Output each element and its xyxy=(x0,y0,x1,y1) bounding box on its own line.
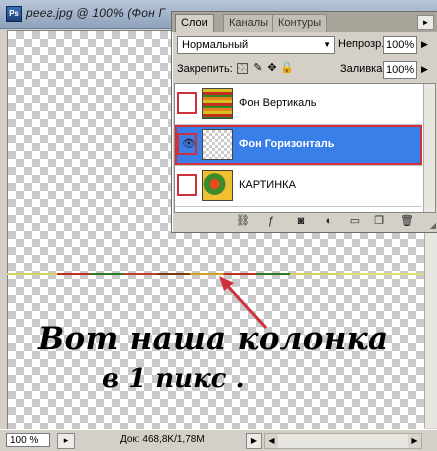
layer-row-fon-vertikal[interactable]: Фон Вертикаль xyxy=(175,84,422,125)
layer-list: Фон Вертикаль 👁 Фон Горизонталь КАРТИНКА xyxy=(174,83,436,213)
link-icon[interactable]: ⛓ xyxy=(236,214,250,228)
visibility-toggle-off[interactable] xyxy=(177,92,197,114)
palette-menu-icon[interactable]: ► xyxy=(417,15,434,30)
visibility-toggle-on[interactable]: 👁 xyxy=(177,133,197,155)
layer-thumbnail xyxy=(202,88,233,119)
zoom-level-field[interactable]: 100 % xyxy=(6,433,50,447)
tab-layers[interactable]: Слои xyxy=(175,14,214,32)
layer-name: Фон Горизонталь xyxy=(239,138,335,150)
layer-style-icon[interactable]: ƒ xyxy=(264,214,278,228)
status-bar: 100 % ▸ Док: 468,8K/1,78M ▶ ◀ ▶ xyxy=(0,429,437,451)
layer-name: Фон Вертикаль xyxy=(239,97,317,109)
resize-grip-icon[interactable]: ◢ xyxy=(430,221,436,230)
status-nav-icon[interactable]: ▸ xyxy=(57,433,75,449)
layer-name: КАРТИНКА xyxy=(239,179,296,191)
new-layer-icon[interactable]: ❐ xyxy=(372,214,386,228)
layer-mask-icon[interactable]: ◙ xyxy=(294,214,308,228)
layer-row-fon-gorizontal[interactable]: 👁 Фон Горизонталь xyxy=(175,125,422,166)
adjustment-layer-icon[interactable]: ◐ xyxy=(322,214,336,228)
layer-thumbnail xyxy=(202,170,233,201)
document-title: реег.jpg @ 100% (Фон Г xyxy=(26,6,166,20)
blend-mode-select[interactable]: Нормальный ▼ xyxy=(177,36,335,54)
chevron-down-icon: ▼ xyxy=(323,40,331,49)
lock-all-padlock-icon[interactable]: 🔒 xyxy=(280,62,294,74)
photoshop-icon: Ps xyxy=(6,6,22,22)
status-menu-arrow-icon[interactable]: ▶ xyxy=(246,433,262,449)
new-group-icon[interactable]: ▭ xyxy=(348,214,362,228)
caption-line-1: Вот наша колонка xyxy=(38,321,389,357)
blend-mode-value: Нормальный xyxy=(182,39,249,51)
lock-pixels-brush-icon[interactable]: ✎ xyxy=(252,62,264,74)
caption-line-2: в 1 пикс . xyxy=(102,364,245,394)
layers-palette: Слои Каналы Контуры ► Нормальный ▼ Непро… xyxy=(171,11,437,233)
layer-thumbnail xyxy=(202,129,233,160)
scroll-right-icon[interactable]: ▶ xyxy=(408,434,421,448)
layer-row-kartinka[interactable]: КАРТИНКА xyxy=(175,166,422,207)
palette-footer: ⛓ ƒ ◙ ◐ ▭ ❐ 🗑 ◢ xyxy=(172,212,437,231)
opacity-label: Непрозр.: xyxy=(338,38,388,50)
eye-icon: 👁 xyxy=(182,138,196,150)
tab-channels[interactable]: Каналы xyxy=(223,14,275,32)
document-size-info: Док: 468,8K/1,78M xyxy=(120,434,205,445)
tab-paths[interactable]: Контуры xyxy=(272,14,328,32)
fill-field[interactable]: 100% xyxy=(383,61,417,79)
opacity-slider-arrow-icon[interactable]: ▶ xyxy=(421,39,428,50)
scroll-left-icon[interactable]: ◀ xyxy=(265,434,278,448)
opacity-field[interactable]: 100% xyxy=(383,36,417,54)
fill-label: Заливка: xyxy=(340,63,386,75)
visibility-toggle-off[interactable] xyxy=(177,174,197,196)
lock-label: Закрепить: xyxy=(177,63,233,75)
delete-layer-icon[interactable]: 🗑 xyxy=(400,214,414,228)
lock-transparency-icon[interactable] xyxy=(237,63,248,74)
fill-slider-arrow-icon[interactable]: ▶ xyxy=(421,64,428,75)
horizontal-scrollbar[interactable]: ◀ ▶ xyxy=(264,433,422,449)
lock-position-move-icon[interactable]: ✥ xyxy=(266,62,278,74)
layer-list-scrollbar[interactable] xyxy=(423,84,435,212)
palette-tabbar: Слои Каналы Контуры ► xyxy=(172,12,437,32)
